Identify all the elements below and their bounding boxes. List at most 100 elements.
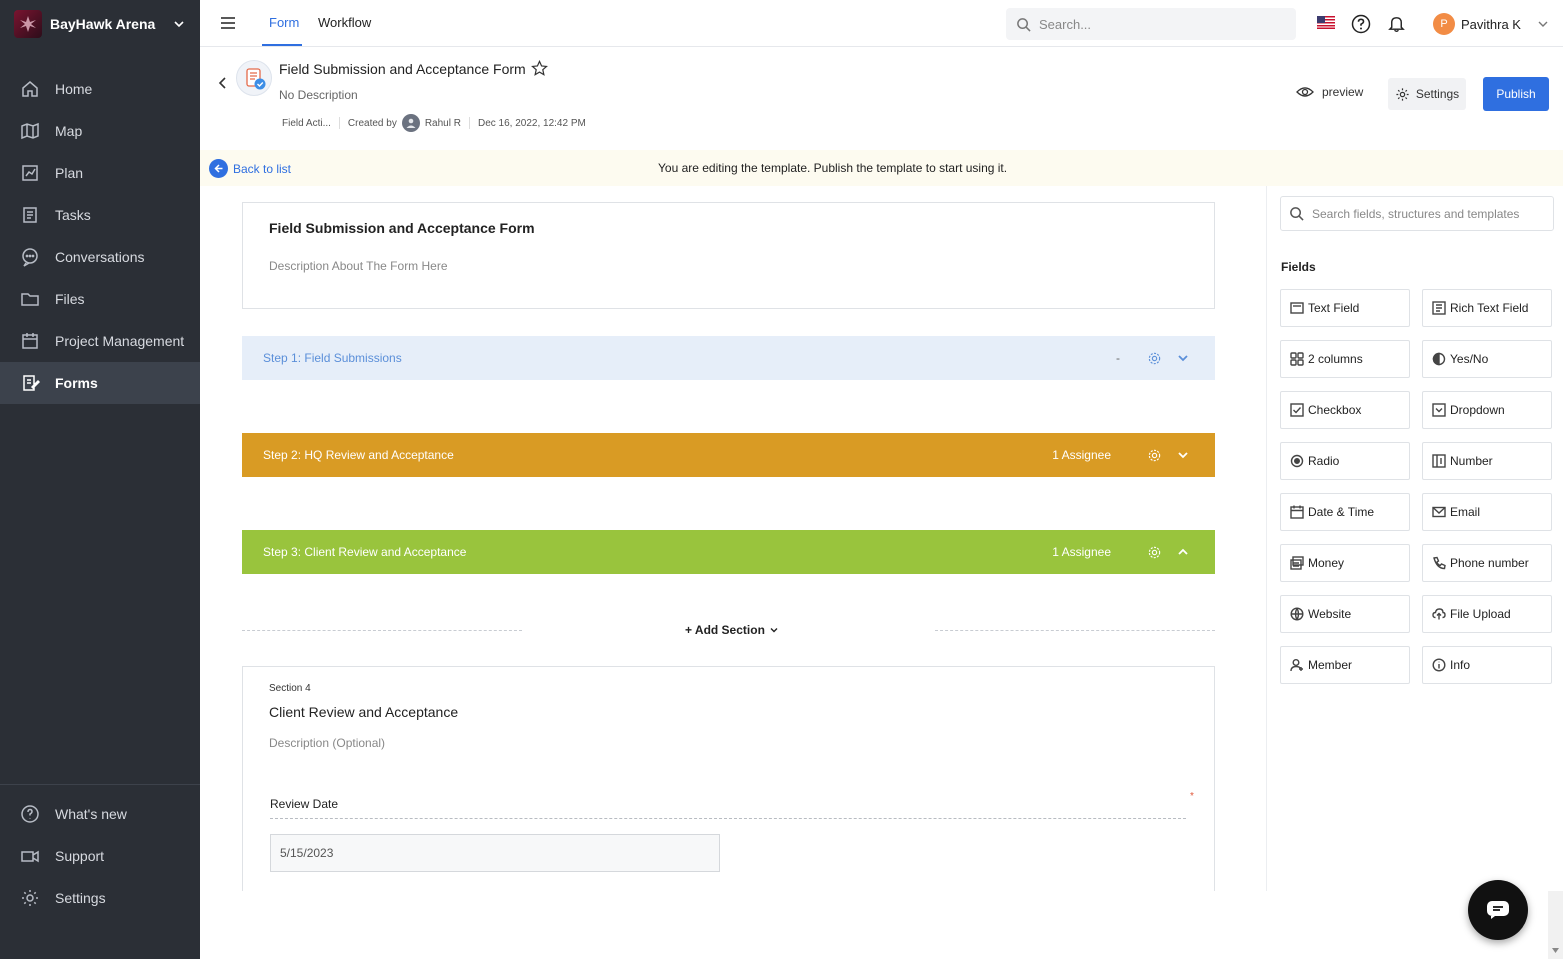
section-description-placeholder[interactable]: Description (Optional) xyxy=(269,736,385,750)
search-icon xyxy=(1017,17,1031,32)
sidebar-item-label: Home xyxy=(55,81,93,97)
chevron-up-icon[interactable] xyxy=(1176,545,1190,559)
member-icon xyxy=(1290,659,1303,672)
back-chevron-icon[interactable] xyxy=(217,76,229,90)
field-website[interactable]: Website xyxy=(1280,595,1410,633)
field-label[interactable]: Review Date xyxy=(270,797,338,811)
form-header: Field Submission and Acceptance Form No … xyxy=(200,47,1563,150)
form-category: Field Acti... xyxy=(282,117,331,129)
step-2-header[interactable]: Step 2: HQ Review and Acceptance 1 Assig… xyxy=(242,433,1215,477)
hamburger-menu-icon[interactable] xyxy=(220,15,236,31)
user-menu[interactable]: P Pavithra K xyxy=(1433,13,1549,35)
field-label: Date & Time xyxy=(1308,505,1375,519)
workspace-switcher[interactable]: BayHawk Arena xyxy=(0,0,200,48)
field-date-time[interactable]: Date & Time xyxy=(1280,493,1410,531)
help-icon[interactable] xyxy=(1351,14,1371,34)
sidebar-item-label: Support xyxy=(55,848,105,864)
home-icon xyxy=(22,81,38,97)
step-1-header[interactable]: Step 1: Field Submissions - xyxy=(242,336,1215,380)
sidebar-item-tasks[interactable]: Tasks xyxy=(0,194,200,236)
us-flag-icon[interactable] xyxy=(1317,16,1335,29)
add-section-button[interactable]: + Add Section xyxy=(685,623,779,637)
field-rich-text[interactable]: Rich Text Field xyxy=(1422,289,1552,327)
sidebar-item-whats-new[interactable]: What's new xyxy=(0,793,200,835)
field-file-upload[interactable]: File Upload xyxy=(1422,595,1552,633)
edit-notice-bar: Back to list You are editing the templat… xyxy=(200,150,1563,186)
form-title-card[interactable]: Field Submission and Acceptance Form Des… xyxy=(242,202,1215,309)
step-settings-gear-icon[interactable] xyxy=(1147,351,1162,366)
field-label: Info xyxy=(1450,658,1471,672)
field-money[interactable]: Money xyxy=(1280,544,1410,582)
step-settings-gear-icon[interactable] xyxy=(1147,545,1162,560)
step-3-header[interactable]: Step 3: Client Review and Acceptance 1 A… xyxy=(242,530,1215,574)
field-checkbox[interactable]: Checkbox xyxy=(1280,391,1410,429)
sidebar-item-label: Map xyxy=(55,123,83,139)
field-text-field[interactable]: Text Field xyxy=(1280,289,1410,327)
sidebar-item-project-management[interactable]: Project Management xyxy=(0,320,200,362)
scroll-down-arrow-icon[interactable] xyxy=(1552,948,1559,953)
star-icon[interactable] xyxy=(531,60,548,77)
tab-form[interactable]: Form xyxy=(269,15,299,30)
columns-icon xyxy=(1290,352,1304,366)
field-label: Text Field xyxy=(1308,301,1360,315)
sidebar-item-conversations[interactable]: Conversations xyxy=(0,236,200,278)
chat-icon xyxy=(1487,901,1509,919)
page-scrollbar[interactable] xyxy=(1548,891,1563,959)
rich-text-icon xyxy=(1432,301,1446,315)
sidebar-item-home[interactable]: Home xyxy=(0,68,200,110)
notification-bell-icon[interactable] xyxy=(1387,14,1406,33)
plan-icon xyxy=(22,165,38,181)
step-settings-gear-icon[interactable] xyxy=(1147,448,1162,463)
sidebar: BayHawk Arena Home Map Plan Tasks Conver… xyxy=(0,0,200,959)
user-name: Pavithra K xyxy=(1461,16,1521,32)
notice-message: You are editing the template. Publish th… xyxy=(658,161,1008,175)
top-bar: Form Workflow P Pavithra K xyxy=(200,0,1563,47)
required-indicator: * xyxy=(1190,791,1194,802)
number-icon xyxy=(1432,454,1446,468)
sidebar-item-files[interactable]: Files xyxy=(0,278,200,320)
form-title[interactable]: Field Submission and Acceptance Form xyxy=(269,220,535,236)
help-circle-icon xyxy=(21,805,39,823)
back-arrow-icon xyxy=(209,159,228,178)
sidebar-item-label: Settings xyxy=(55,890,106,906)
eye-icon xyxy=(1296,87,1314,97)
checkbox-icon xyxy=(1290,403,1304,417)
review-date-input[interactable] xyxy=(270,834,720,872)
step-assignee: - xyxy=(1116,351,1120,365)
fields-search-input[interactable] xyxy=(1312,206,1552,221)
created-by-label: Created by xyxy=(347,117,397,129)
field-member[interactable]: Member xyxy=(1280,646,1410,684)
sidebar-item-map[interactable]: Map xyxy=(0,110,200,152)
tab-workflow[interactable]: Workflow xyxy=(318,15,371,30)
preview-button[interactable]: preview xyxy=(1296,85,1363,99)
field-two-columns[interactable]: 2 columns xyxy=(1280,340,1410,378)
field-label-underline xyxy=(270,818,1186,819)
field-email[interactable]: Email xyxy=(1422,493,1552,531)
sidebar-item-plan[interactable]: Plan xyxy=(0,152,200,194)
field-info[interactable]: Info xyxy=(1422,646,1552,684)
field-label: Radio xyxy=(1308,454,1340,468)
bayhawk-logo xyxy=(14,10,42,38)
field-radio[interactable]: Radio xyxy=(1280,442,1410,480)
chevron-down-icon[interactable] xyxy=(1176,351,1190,365)
field-label: Member xyxy=(1308,658,1353,672)
sidebar-item-label: Files xyxy=(55,291,85,307)
search-input[interactable] xyxy=(1039,16,1279,32)
sidebar-item-forms[interactable]: Forms xyxy=(0,362,200,404)
publish-button[interactable]: Publish xyxy=(1483,77,1549,111)
form-description-placeholder[interactable]: Description About The Form Here xyxy=(269,259,448,273)
chevron-down-icon xyxy=(770,628,778,633)
field-phone-number[interactable]: Phone number xyxy=(1422,544,1552,582)
field-yes-no[interactable]: Yes/No xyxy=(1422,340,1552,378)
chevron-down-icon[interactable] xyxy=(1176,448,1190,462)
sidebar-item-support[interactable]: Support xyxy=(0,835,200,877)
upload-icon xyxy=(1432,608,1446,620)
section-title[interactable]: Client Review and Acceptance xyxy=(269,704,458,720)
field-dropdown[interactable]: Dropdown xyxy=(1422,391,1552,429)
back-to-list-link[interactable]: Back to list xyxy=(209,159,291,178)
chat-support-button[interactable] xyxy=(1468,880,1528,940)
step-label: Step 1: Field Submissions xyxy=(263,351,402,365)
sidebar-item-settings[interactable]: Settings xyxy=(0,877,200,919)
field-number[interactable]: Number xyxy=(1422,442,1552,480)
settings-button[interactable]: Settings xyxy=(1388,78,1466,110)
